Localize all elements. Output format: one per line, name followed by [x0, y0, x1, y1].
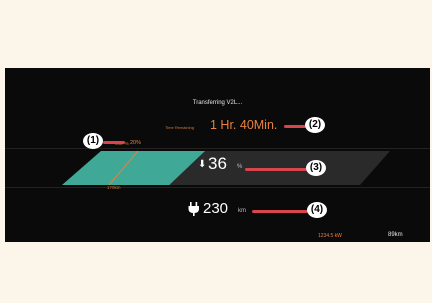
- callout-1: (1): [83, 133, 103, 149]
- state-of-charge-unit: %: [237, 164, 243, 170]
- callout-4-line: [252, 210, 308, 213]
- callout-3: (3): [306, 160, 326, 176]
- callout-4: (4): [307, 202, 327, 218]
- callout-1-line: [103, 141, 125, 144]
- energy-readout: 1234.5 kW: [318, 233, 342, 239]
- range-value: 230: [203, 200, 229, 217]
- plug-icon: [188, 202, 199, 216]
- state-of-charge-value: 36: [208, 154, 227, 173]
- time-remaining-value: 1 Hr. 40Min.: [210, 118, 278, 132]
- status-title: Transferring V2L...: [192, 100, 243, 106]
- callout-3-line: [245, 168, 307, 171]
- speed-readout: 89km: [388, 232, 403, 238]
- callout-2-line: [284, 125, 306, 128]
- range-unit: km: [238, 208, 246, 214]
- callout-2: (2): [305, 117, 325, 133]
- min-range-km: 170km: [107, 185, 121, 190]
- min-percent-value: 20%: [130, 140, 142, 146]
- time-remaining-label: Time Remaining: [165, 125, 194, 130]
- cluster-display: Transferring V2L... Time Remaining 1 Hr.…: [5, 68, 430, 242]
- battery-down-arrow-icon: ⬇: [198, 159, 207, 170]
